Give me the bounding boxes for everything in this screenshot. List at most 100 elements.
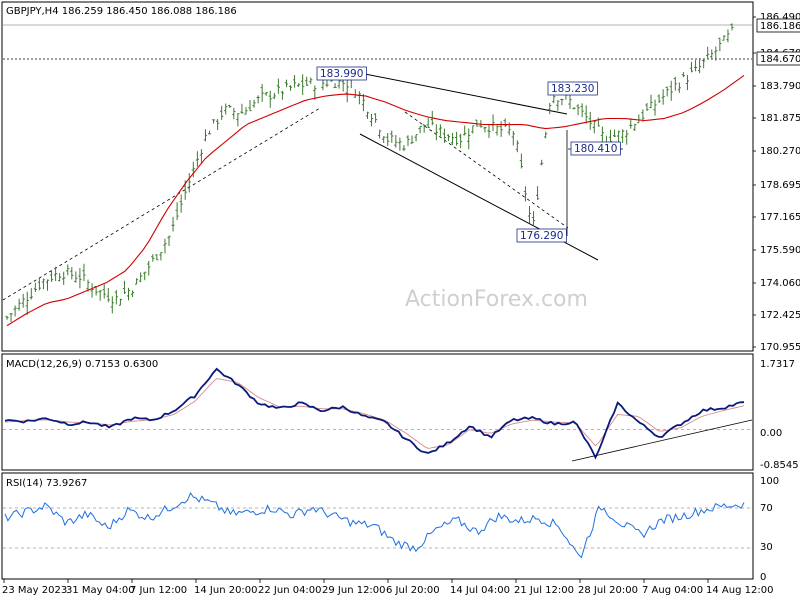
price-bar — [118, 298, 123, 306]
price-bar — [292, 74, 297, 88]
price-bar — [673, 76, 677, 91]
price-bar — [301, 74, 305, 95]
watermark: ActionForex.com — [405, 287, 588, 312]
price-axis-tick-label: 170.955 — [760, 342, 800, 353]
macd-header: MACD(12,26,9) 0.7153 0.6300 — [6, 359, 158, 370]
price-bar — [147, 260, 151, 276]
rsi-axis-tick-label: 0 — [760, 572, 766, 583]
macd-signal-line — [4, 378, 745, 449]
macd-main-line — [4, 367, 745, 460]
price-bar — [337, 80, 341, 89]
date-axis-tick-label: 14 Aug 12:00 — [706, 585, 773, 596]
rsi-panel-frame — [1, 472, 754, 580]
price-bar — [390, 130, 394, 143]
price-bar — [576, 104, 580, 116]
price-bar — [5, 315, 9, 320]
current-price-tag-text: 186.186 — [760, 21, 800, 32]
price-bar — [17, 298, 21, 311]
price-bar — [37, 278, 42, 291]
price-bar — [252, 99, 256, 108]
price-bar — [309, 77, 313, 84]
price-bar — [175, 202, 179, 220]
price-bar — [203, 129, 208, 142]
price-bar — [426, 117, 430, 129]
price-bar — [637, 114, 641, 124]
price-bar — [527, 206, 532, 223]
macd-axis-tick-label: 1.7317 — [760, 359, 795, 370]
price-bar — [726, 29, 730, 43]
price-bar — [305, 76, 309, 86]
price-bar — [645, 103, 649, 111]
price-bar — [471, 125, 475, 134]
price-bar — [321, 78, 325, 91]
date-axis-tick-label: 22 Jun 04:00 — [258, 585, 322, 596]
price-bar — [62, 271, 66, 285]
price-bar — [325, 79, 329, 88]
price-bar — [216, 119, 220, 131]
price-bar — [159, 251, 163, 261]
price-bar — [592, 120, 596, 134]
current-price-tag: 186.186 — [756, 18, 800, 33]
rsi-axis-tick-label: 100 — [760, 476, 779, 487]
price-bar — [398, 137, 402, 151]
price-bar — [463, 125, 467, 136]
price-bar — [710, 49, 714, 59]
price-axis-tick-label: 175.590 — [760, 245, 800, 256]
price-bar — [220, 105, 224, 120]
price-bar — [13, 305, 17, 317]
price-bar — [260, 84, 264, 102]
price-bar — [503, 118, 507, 128]
price-bar — [373, 113, 378, 123]
price-bar — [268, 90, 272, 108]
price-bar — [369, 113, 374, 127]
price-bar — [130, 290, 135, 297]
price-bar — [361, 93, 366, 112]
price-bar — [70, 267, 74, 280]
price-bar — [531, 211, 536, 227]
macd-panel-frame — [1, 353, 754, 471]
date-axis-tick-label: 7 Jun 12:00 — [130, 585, 187, 596]
price-bar — [139, 272, 143, 283]
price-bar — [548, 102, 552, 115]
date-axis-tick-label: 7 Aug 04:00 — [642, 585, 703, 596]
price-bar — [66, 264, 70, 276]
price-bar — [272, 92, 276, 100]
date-axis-tick-label: 21 Jul 12:00 — [514, 585, 574, 596]
price-bar — [382, 136, 386, 144]
price-bar — [378, 129, 382, 139]
price-bar — [718, 37, 722, 52]
price-bar — [649, 94, 653, 109]
price-bar — [665, 86, 669, 97]
price-bar — [467, 128, 471, 150]
price-bar — [418, 125, 422, 134]
price-bar — [357, 91, 361, 105]
price-bar — [677, 82, 681, 93]
dashed-falling-line — [404, 111, 569, 229]
price-bar — [110, 296, 114, 314]
price-bar — [187, 173, 191, 193]
price-bar — [90, 283, 94, 298]
price-bar — [74, 271, 78, 283]
price-bar — [450, 132, 455, 146]
price-axis-tick-label: 172.425 — [760, 310, 800, 321]
price-bar — [446, 134, 451, 141]
price-bar — [584, 105, 588, 124]
price-bar — [58, 273, 62, 282]
price-bar — [402, 145, 406, 152]
price-bar — [82, 263, 86, 282]
swing-high-label: 183.990 — [316, 66, 367, 81]
price-bar — [394, 134, 398, 148]
price-bar — [167, 235, 171, 246]
price-bar — [495, 125, 499, 136]
price-bar — [560, 98, 564, 106]
price-bar — [264, 91, 268, 96]
price-bar — [685, 75, 690, 91]
price-bar — [556, 100, 560, 111]
swing-label-180410: 180.410 — [570, 141, 621, 156]
chart-root: ActionForex.com GBPJPY,H4 186.259 186.45… — [0, 0, 800, 600]
price-bar — [280, 90, 285, 100]
price-bar — [697, 58, 702, 74]
price-bar — [114, 290, 118, 305]
chart-canvas: ActionForex.com GBPJPY,H4 186.259 186.45… — [1, 1, 800, 596]
price-bar — [45, 279, 50, 291]
